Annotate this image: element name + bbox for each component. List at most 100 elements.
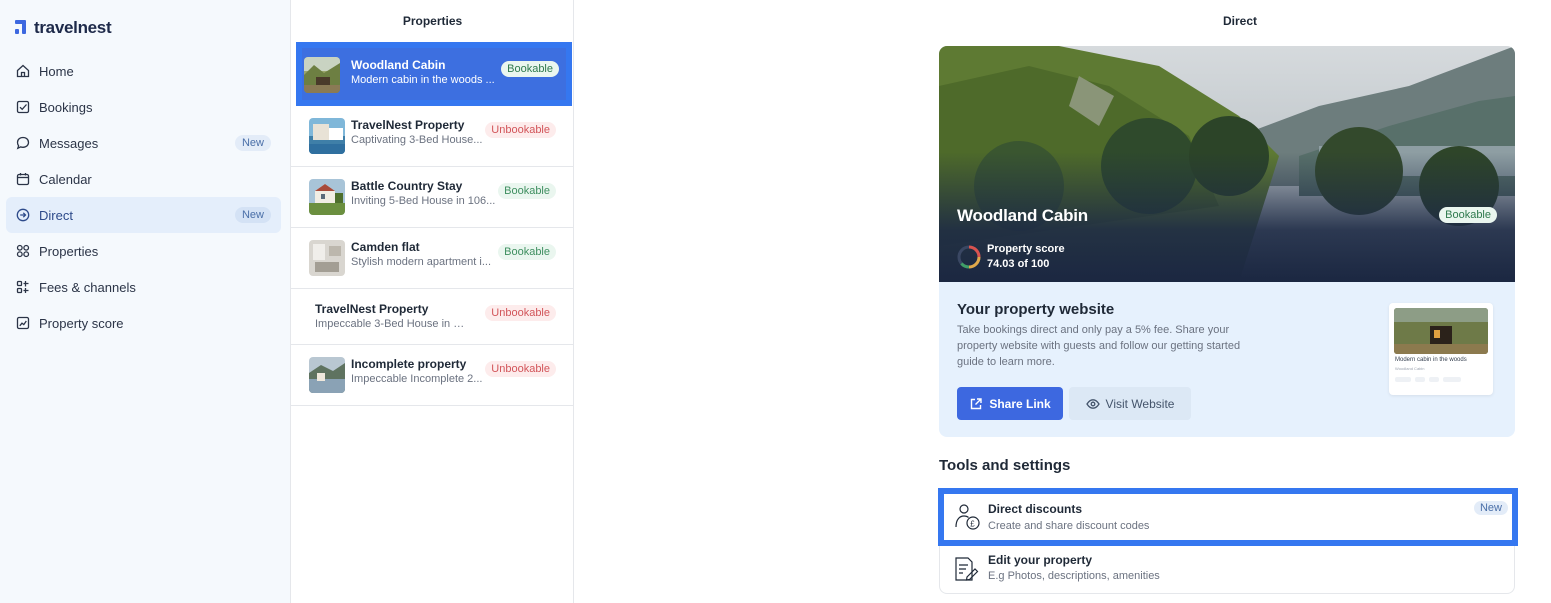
logo[interactable]: travelnest [15, 18, 112, 38]
external-link-icon [971, 397, 983, 409]
status-badge: Unbookable [485, 122, 556, 138]
property-text: Camden flat Stylish modern apartment i..… [351, 240, 501, 268]
tool-description: E.g Photos, descriptions, amenities [988, 570, 1160, 582]
property-name: Battle Country Stay [351, 179, 463, 193]
property-name: TravelNest Property [315, 302, 429, 316]
property-row[interactable]: Battle Country Stay Inviting 5-Bed House… [291, 167, 574, 228]
preview-tag [1395, 377, 1411, 382]
sidebar-item-bookings[interactable]: Bookings [6, 89, 281, 125]
sidebar: travelnest Home Bookings Messages New Ca… [0, 0, 291, 603]
preview-image [1394, 308, 1488, 354]
property-thumbnail [309, 240, 345, 276]
property-hero: Woodland Cabin Bookable Property score 7… [939, 46, 1515, 282]
sidebar-item-property-score[interactable]: Property score [6, 305, 281, 341]
status-badge: Bookable [498, 183, 556, 199]
property-row[interactable]: Incomplete property Impeccable Incomplet… [291, 345, 574, 406]
calendar-icon [15, 171, 31, 187]
edit-property-item[interactable]: Edit your property E.g Photos, descripti… [939, 546, 1515, 594]
chat-bubble-icon [15, 135, 31, 151]
property-row-woodland-cabin[interactable]: Woodland Cabin Modern cabin in the woods… [296, 42, 572, 106]
website-title: Your property website [957, 301, 1115, 318]
property-description: Impeccable Incomplete 2... [351, 373, 483, 385]
property-description: Inviting 5-Bed House in 106... [351, 195, 496, 207]
discount-person-icon: £ [955, 504, 980, 530]
tools-settings-title: Tools and settings [939, 457, 1071, 474]
sidebar-item-messages[interactable]: Messages New [6, 125, 281, 161]
property-name: Camden flat [351, 240, 420, 254]
tool-name: Direct discounts [988, 502, 1083, 516]
status-badge: Bookable [1439, 207, 1497, 223]
status-badge: Bookable [501, 61, 559, 77]
property-thumbnail [309, 118, 345, 154]
property-text: Battle Country Stay Inviting 5-Bed House… [351, 179, 501, 207]
website-preview-thumbnail: Modern cabin in the woods Woodland Cabin [1389, 303, 1493, 395]
direct-title: Direct [1222, 14, 1257, 28]
logo-text: travelnest [34, 18, 112, 37]
property-row[interactable]: TravelNest Property Impeccable 3-Bed Hou… [291, 289, 574, 345]
direct-discounts-item[interactable]: £ Direct discounts Create and share disc… [938, 488, 1518, 546]
sidebar-nav: Home Bookings Messages New Calendar Dire… [6, 53, 281, 341]
sidebar-item-fees-channels[interactable]: Fees & channels [6, 269, 281, 305]
website-description: Take bookings direct and only pay a 5% f… [957, 324, 1241, 368]
edit-document-icon [955, 557, 979, 581]
property-description: Stylish modern apartment i... [351, 256, 492, 268]
property-row[interactable]: TravelNest Property Captivating 3-Bed Ho… [291, 106, 574, 167]
score-ring-icon [957, 245, 981, 269]
visit-website-label: Visit Website [1105, 396, 1175, 411]
property-text: Incomplete property Impeccable Incomplet… [351, 357, 501, 385]
sidebar-item-label: Fees & channels [39, 279, 136, 295]
sidebar-item-label: Messages [39, 135, 99, 151]
sidebar-item-properties[interactable]: Properties [6, 233, 281, 269]
status-badge: Bookable [498, 244, 556, 260]
visit-website-button[interactable]: Visit Website [1069, 387, 1191, 420]
share-link-button[interactable]: Share Link [957, 387, 1063, 420]
sidebar-item-direct[interactable]: Direct New [6, 197, 281, 233]
property-text: Woodland Cabin Modern cabin in the woods… [351, 58, 501, 86]
preview-subtitle: Woodland Cabin [1395, 366, 1425, 371]
property-description: Impeccable 3-Bed House in Edi... [315, 318, 465, 330]
travelnest-logo-icon [15, 20, 26, 34]
new-badge: New [234, 135, 271, 151]
property-thumbnail [309, 179, 345, 215]
new-badge: New [1473, 501, 1508, 515]
property-text: TravelNest Property Impeccable 3-Bed Hou… [315, 302, 465, 330]
sidebar-item-label: Property score [39, 315, 124, 331]
preview-tag [1415, 377, 1425, 382]
status-badge: Unbookable [485, 361, 556, 377]
list-filter-icon [15, 279, 31, 295]
grid-icon [15, 243, 31, 259]
home-icon [15, 63, 31, 79]
score-label: Property score [987, 243, 1065, 255]
sidebar-item-label: Direct [39, 207, 73, 223]
properties-list: Woodland Cabin Modern cabin in the woods… [291, 42, 574, 406]
arrow-circle-icon [15, 207, 31, 223]
property-name: TravelNest Property [351, 118, 465, 132]
property-row[interactable]: Camden flat Stylish modern apartment i..… [291, 228, 574, 289]
property-website-card: Your property website Take bookings dire… [939, 282, 1515, 437]
svg-text:£: £ [970, 519, 975, 528]
sidebar-item-label: Home [39, 63, 74, 79]
preview-tag [1429, 377, 1439, 382]
property-text: TravelNest Property Captivating 3-Bed Ho… [351, 118, 501, 146]
preview-tags [1395, 377, 1461, 382]
property-thumbnail [304, 57, 340, 93]
score-value: 74.03 of 100 [987, 258, 1050, 270]
property-name: Incomplete property [351, 357, 467, 371]
properties-title: Properties [402, 14, 463, 28]
property-description: Captivating 3-Bed House... [351, 134, 483, 146]
preview-title: Modern cabin in the woods [1395, 357, 1467, 363]
new-badge: New [234, 207, 271, 223]
chart-line-icon [15, 315, 31, 331]
property-name: Woodland Cabin [351, 58, 446, 72]
score-text: Property score 74.03 of 100 [987, 242, 1065, 272]
sidebar-item-label: Calendar [39, 171, 92, 187]
sidebar-item-home[interactable]: Home [6, 53, 281, 89]
sidebar-item-label: Bookings [39, 99, 93, 115]
calendar-check-icon [15, 99, 31, 115]
sidebar-item-calendar[interactable]: Calendar [6, 161, 281, 197]
properties-panel: Properties Woodland Cabin Modern cabin i… [291, 0, 574, 603]
status-badge: Unbookable [485, 305, 556, 321]
tool-description: Create and share discount codes [988, 520, 1150, 532]
property-score: Property score 74.03 of 100 [957, 242, 1065, 272]
property-thumbnail [309, 357, 345, 393]
